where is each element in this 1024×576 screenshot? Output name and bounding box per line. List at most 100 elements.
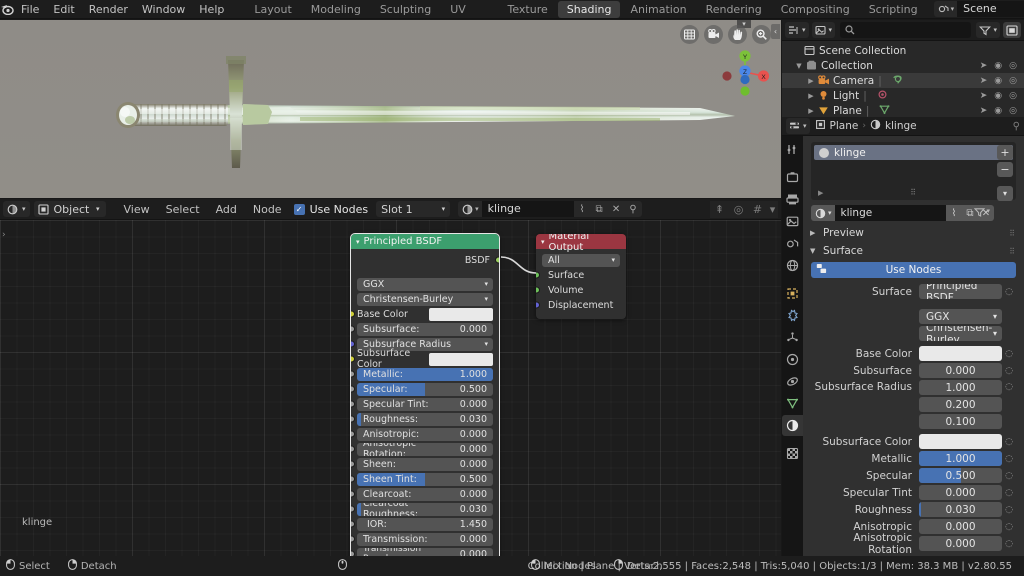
animate-property-icon[interactable]: ◌ — [1002, 539, 1016, 549]
mesh-data-icon[interactable] — [879, 104, 890, 118]
prop-base-color[interactable]: Base Color ◌ — [811, 346, 1016, 361]
node-input-roughness[interactable]: Roughness: 0.030 — [351, 412, 493, 426]
specular-tint-slider[interactable]: 0.000 — [919, 485, 1002, 500]
outliner-row-plane[interactable]: ▶ Plane | ➤ ◉ ◎ — [782, 103, 1024, 118]
add-slot-button[interactable]: + — [997, 145, 1013, 160]
socket-transmission[interactable] — [351, 535, 355, 543]
sss-method-dropdown[interactable]: Christensen-Burley ▾ — [919, 326, 1002, 341]
metallic-field[interactable]: Metallic: 1.000 — [357, 367, 493, 381]
twisty-icon[interactable]: ▼ — [794, 62, 804, 70]
cursor-icon[interactable]: ➤ — [980, 61, 988, 71]
outliner-display-mode-icon[interactable]: ▾ — [785, 22, 809, 38]
node-input-surface[interactable]: Surface — [536, 268, 620, 282]
node-collapse-icon[interactable]: ▾ — [356, 238, 360, 246]
subsurface-radius-z[interactable]: 0.100 — [919, 414, 1002, 429]
prop-roughness[interactable]: Roughness 0.030 ◌ — [811, 502, 1016, 517]
tab-viewlayer[interactable] — [782, 211, 803, 232]
socket-clearcoat[interactable] — [351, 490, 355, 498]
subsurface-radius-y[interactable]: 0.200 — [919, 397, 1002, 412]
use-nodes-button[interactable]: Use Nodes — [811, 262, 1016, 278]
camera-icon[interactable]: ◎ — [1009, 106, 1017, 116]
camera-data-icon[interactable] — [892, 74, 904, 88]
node-material-output[interactable]: ▾ Material Output All ▾ Surface Volume D… — [536, 234, 626, 319]
workspace-tab-compositing[interactable]: Compositing — [772, 1, 859, 18]
material-close-icon[interactable]: ✕ — [607, 201, 625, 217]
eye-icon[interactable]: ◉ — [994, 106, 1002, 116]
prop-sss-method[interactable]: Christensen-Burley ▾ — [811, 326, 1016, 341]
animate-property-icon[interactable]: ◌ — [1002, 380, 1016, 429]
node-input-transmission-roughness[interactable]: Transmission Roughness: 0.000 — [351, 547, 493, 556]
tab-data[interactable] — [782, 393, 803, 414]
prop-surface[interactable]: Surface Principled BSDF ◌ — [811, 284, 1016, 299]
roughness-field[interactable]: Roughness: 0.030 — [357, 412, 493, 426]
node-header-material-output[interactable]: ▾ Material Output — [536, 234, 626, 253]
socket-clearcoat-roughness[interactable] — [351, 505, 355, 513]
viewport-sidebar-toggle[interactable]: ‹ — [771, 24, 780, 39]
eye-icon[interactable]: ◉ — [994, 76, 1002, 86]
workspace-tab-rendering[interactable]: Rendering — [697, 1, 771, 18]
tab-output[interactable] — [782, 189, 803, 210]
material-browse-icon[interactable]: ▾ — [458, 201, 482, 217]
ior-field[interactable]: IOR: 1.450 — [357, 517, 493, 531]
tab-texture[interactable] — [782, 443, 803, 464]
socket-subsurface[interactable] — [351, 325, 355, 333]
base-color-swatch[interactable] — [429, 307, 493, 321]
outliner-filter-icon[interactable]: ▾ — [976, 22, 1000, 38]
outliner-restrict-columns-icon[interactable] — [1003, 22, 1021, 38]
node-material-name-field[interactable]: klinge — [481, 201, 574, 217]
material-browse-button[interactable]: ▾ — [811, 205, 835, 221]
node-menu-view[interactable]: View — [116, 199, 158, 220]
animate-property-icon[interactable]: ◌ — [1002, 488, 1016, 498]
scene-name-field[interactable]: Scene — [957, 1, 1024, 17]
panel-preview[interactable]: ▶ Preview ⠿ — [803, 224, 1024, 242]
node-output-bsdf[interactable]: BSDF — [357, 253, 499, 267]
tab-object[interactable] — [782, 283, 803, 304]
node-input-specular-tint[interactable]: Specular Tint: 0.000 — [351, 397, 493, 411]
material-pin-icon[interactable]: ⚲ — [624, 201, 642, 217]
twisty-icon[interactable]: ▶ — [806, 92, 816, 100]
node-input-specular[interactable]: Specular: 0.500 — [351, 382, 493, 396]
specular-tint-field[interactable]: Specular Tint: 0.000 — [357, 397, 493, 411]
tab-material[interactable] — [782, 415, 803, 436]
socket-subsurface-radius[interactable] — [351, 340, 355, 348]
menu-edit[interactable]: Edit — [46, 0, 81, 19]
node-output-target-row[interactable]: All ▾ — [542, 253, 620, 267]
subsurface-color-swatch[interactable] — [919, 434, 1002, 449]
slot-resize-grip[interactable]: ⠿ — [910, 188, 917, 197]
node-menu-node[interactable]: Node — [245, 199, 290, 220]
workspace-tab-animation[interactable]: Animation — [621, 1, 695, 18]
distribution-dropdown[interactable]: GGX ▾ — [357, 277, 493, 291]
anisotropic-rotation-field[interactable]: Anisotropic Rotation: 0.000 — [357, 442, 493, 456]
socket-sheen[interactable] — [351, 460, 355, 468]
properties-editor-type-icon[interactable]: ▾ — [786, 118, 810, 134]
prop-anisotropic-rotation[interactable]: Anisotropic Rotation 0.000 ◌ — [811, 532, 1016, 556]
properties-panel[interactable]: klinge ▶ ⠿ + − ▾ ▾ klinge ⌇ ⧉ ✕ ▾ ▶ Prev… — [803, 136, 1024, 556]
tab-world[interactable] — [782, 255, 803, 276]
outliner-row-light[interactable]: ▶ Light | ➤ ◉ ◎ — [782, 88, 1024, 103]
material-filter-icon[interactable]: ▾ — [974, 207, 990, 218]
socket-subsurface-color[interactable] — [351, 355, 355, 363]
tab-constraint[interactable] — [782, 371, 803, 392]
tab-modifier[interactable] — [782, 305, 803, 326]
tab-particles[interactable] — [782, 327, 803, 348]
socket-specular[interactable] — [351, 385, 355, 393]
node-input-base-color[interactable]: Base Color — [351, 307, 493, 321]
node-collapse-icon[interactable]: ▾ — [541, 238, 545, 246]
tab-tool[interactable] — [782, 139, 803, 160]
socket-anisotropic-rotation[interactable] — [351, 445, 355, 453]
shader-type-selector[interactable]: Object ▾ — [33, 201, 106, 217]
node-header-principled[interactable]: ▾ Principled BSDF — [351, 234, 499, 249]
menu-render[interactable]: Render — [82, 0, 135, 19]
socket-displacement[interactable] — [536, 301, 540, 309]
node-input-clearcoat-roughness[interactable]: Clearcoat Roughness: 0.030 — [351, 502, 493, 516]
prop-specular-tint[interactable]: Specular Tint 0.000 ◌ — [811, 485, 1016, 500]
workspace-tab-texture-paint[interactable]: Texture Paint — [499, 1, 557, 33]
node-editor-canvas[interactable]: › klinge ▾ Principled BSDF BSDF GGX ▾ Ch… — [0, 220, 781, 556]
animate-property-icon[interactable]: ◌ — [1002, 454, 1016, 464]
node-dropdown-sss-method[interactable]: Christensen-Burley ▾ — [357, 292, 493, 306]
clearcoat-roughness-field[interactable]: Clearcoat Roughness: 0.030 — [357, 502, 493, 516]
node-input-anisotropic[interactable]: Anisotropic: 0.000 — [351, 427, 493, 441]
metallic-slider[interactable]: 1.000 — [919, 451, 1002, 466]
material-slot-item[interactable]: klinge — [814, 145, 1013, 160]
menu-window[interactable]: Window — [135, 0, 192, 19]
